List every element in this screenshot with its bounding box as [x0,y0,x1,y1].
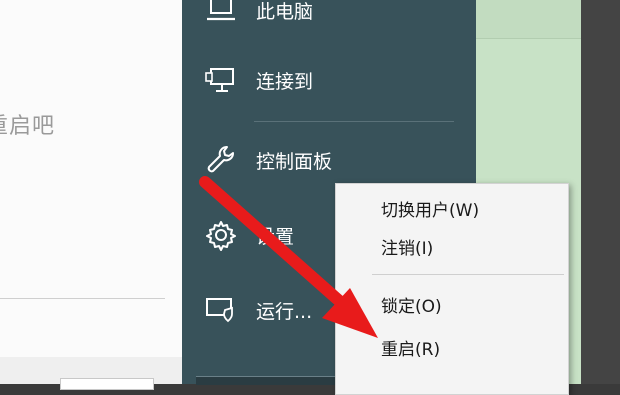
bottom-field [60,378,154,390]
menu-item-label: 切换用户(W) [381,201,480,221]
wrench-icon [204,145,238,175]
menu-item-switch-user[interactable]: 切换用户(W) [336,190,568,224]
shutdown-submenu: 切换用户(W) 注销(I) 锁定(O) 重启(R) [335,183,569,395]
menu-item-label: 注销(I) [381,239,434,259]
menu-item-this-pc[interactable]: 此电脑 [182,0,476,34]
background-text: 重启吧 [0,114,56,139]
menu-item-label: 此电脑 [256,0,314,23]
computer-icon [204,0,238,25]
run-dialog-icon [204,295,238,325]
menu-item-control-panel[interactable]: 控制面板 [182,136,476,184]
menu-item-label: 控制面板 [256,150,333,173]
background-document: 重启吧 [0,0,182,390]
menu-separator [254,121,454,122]
menu-item-label: 运行... [256,300,313,323]
menu-item-label: 锁定(O) [381,297,442,317]
menu-item-connect[interactable]: 连接到 [182,56,476,104]
menu-item-restart[interactable]: 重启(R) [336,329,568,363]
window-header [476,0,581,39]
divider [0,298,165,299]
menu-item-lock[interactable]: 锁定(O) [336,286,568,320]
monitor-connect-icon [204,65,238,95]
submenu-separator [372,274,564,275]
menu-item-label: 连接到 [256,70,314,93]
gear-icon [204,220,238,251]
menu-item-label: 设置 [256,225,295,248]
menu-item-sign-out[interactable]: 注销(I) [336,228,568,262]
background-edge [581,0,620,384]
menu-item-label: 重启(R) [381,340,441,360]
